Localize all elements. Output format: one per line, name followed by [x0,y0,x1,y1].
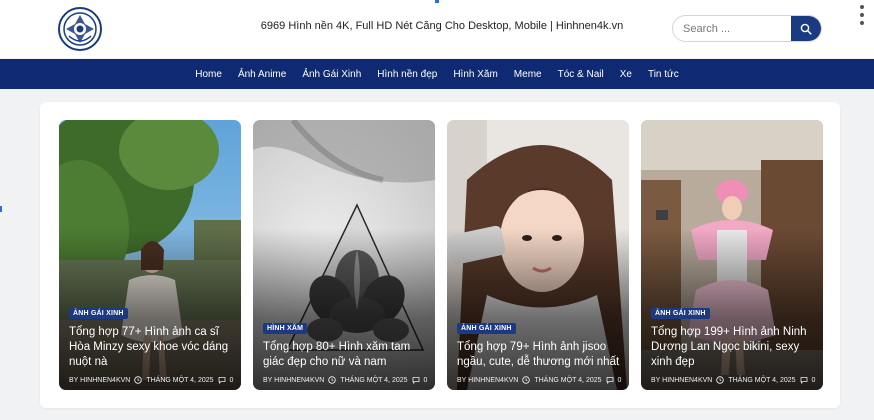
post-card[interactable]: ẢNH GÁI XINH Tổng hợp 199+ Hình ảnh Ninh… [641,120,823,390]
nav-home[interactable]: Home [187,69,230,80]
clock-icon [328,376,337,384]
comment-icon [218,377,225,384]
post-date: THÁNG MỘT 4, 2025 [728,376,796,384]
site-header: 6969 Hình nền 4K, Full HD Nét Căng Cho D… [0,0,874,58]
post-date: THÁNG MỘT 4, 2025 [340,376,408,384]
nav-hinh-xam[interactable]: Hình Xăm [445,69,505,80]
post-author[interactable]: BY HINHNEN4KVN [69,377,130,384]
post-card[interactable]: ẢNH GÁI XINH Tổng hợp 79+ Hình ảnh jisoo… [447,120,629,390]
category-badge[interactable]: ẢNH GÁI XINH [651,308,710,319]
clock-icon [134,376,143,384]
site-logo[interactable] [57,6,103,52]
category-badge[interactable]: ẢNH GÁI XINH [69,308,128,319]
post-meta: BY HINHNEN4KVN THÁNG MỘT 4, 2025 0 [263,376,427,384]
category-badge[interactable]: ẢNH GÁI XINH [457,323,516,334]
category-badge[interactable]: HÌNH XĂM [263,323,308,334]
post-author[interactable]: BY HINHNEN4KVN [263,377,324,384]
post-date: THÁNG MỘT 4, 2025 [534,376,602,384]
loading-indicator [435,0,439,3]
comment-count[interactable]: 0 [618,377,622,384]
post-title[interactable]: Tổng hợp 79+ Hình ảnh jisoo ngầu, cute, … [457,340,621,370]
comment-icon [412,377,419,384]
post-card[interactable]: HÌNH XĂM Tổng hợp 80+ Hình xăm tam giác … [253,120,435,390]
post-card[interactable]: ẢNH GÁI XINH Tổng hợp 77+ Hình ảnh ca sĩ… [59,120,241,390]
post-meta: BY HINHNEN4KVN THÁNG MỘT 4, 2025 0 [69,376,233,384]
clock-icon [716,376,725,384]
nav-anh-anime[interactable]: Ảnh Anime [230,69,294,80]
nav-toc-nail[interactable]: Tóc & Nail [550,69,612,80]
comment-icon [800,377,807,384]
nav-xe[interactable]: Xe [612,69,640,80]
scroll-indicator [0,206,2,212]
more-options-icon[interactable] [857,5,867,25]
nav-tin-tuc[interactable]: Tin tức [640,69,687,80]
search-button[interactable] [791,16,821,41]
search-icon [800,23,812,35]
post-author[interactable]: BY HINHNEN4KVN [651,377,712,384]
post-author[interactable]: BY HINHNEN4KVN [457,377,518,384]
nav-meme[interactable]: Meme [506,69,550,80]
clock-icon [522,376,531,384]
nav-hinh-nen-dep[interactable]: Hình nền đẹp [369,69,445,80]
comment-icon [606,377,613,384]
search-form [672,15,822,42]
site-tagline: 6969 Hình nền 4K, Full HD Nét Căng Cho D… [260,20,624,32]
post-title[interactable]: Tổng hợp 199+ Hình ảnh Ninh Dương Lan Ng… [651,325,815,370]
post-meta: BY HINHNEN4KVN THÁNG MỘT 4, 2025 0 [651,376,815,384]
nav-anh-gai-xinh[interactable]: Ảnh Gái Xinh [294,69,369,80]
post-title[interactable]: Tổng hợp 77+ Hình ảnh ca sĩ Hòa Minzy se… [69,325,233,370]
post-title[interactable]: Tổng hợp 80+ Hình xăm tam giác đẹp cho n… [263,340,427,370]
post-meta: BY HINHNEN4KVN THÁNG MỘT 4, 2025 0 [457,376,621,384]
comment-count[interactable]: 0 [230,377,234,384]
main-navigation: Home Ảnh Anime Ảnh Gái Xinh Hình nền đẹp… [0,59,874,89]
comment-count[interactable]: 0 [424,377,428,384]
post-date: THÁNG MỘT 4, 2025 [146,376,214,384]
comment-count[interactable]: 0 [812,377,816,384]
search-input[interactable] [673,16,793,41]
logo-icon [58,7,102,51]
